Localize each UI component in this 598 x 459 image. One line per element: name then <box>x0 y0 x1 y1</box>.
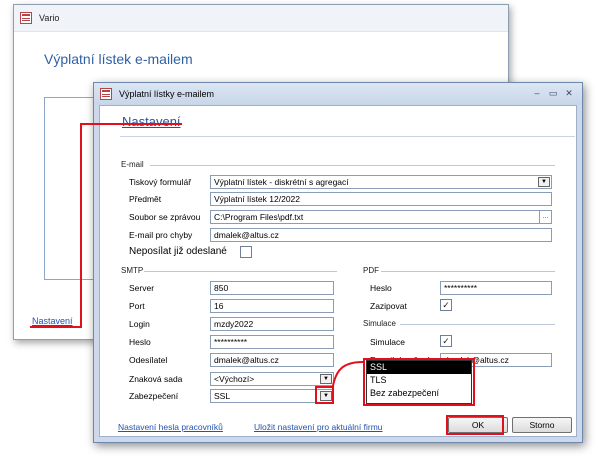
annotation-connector <box>332 361 364 387</box>
